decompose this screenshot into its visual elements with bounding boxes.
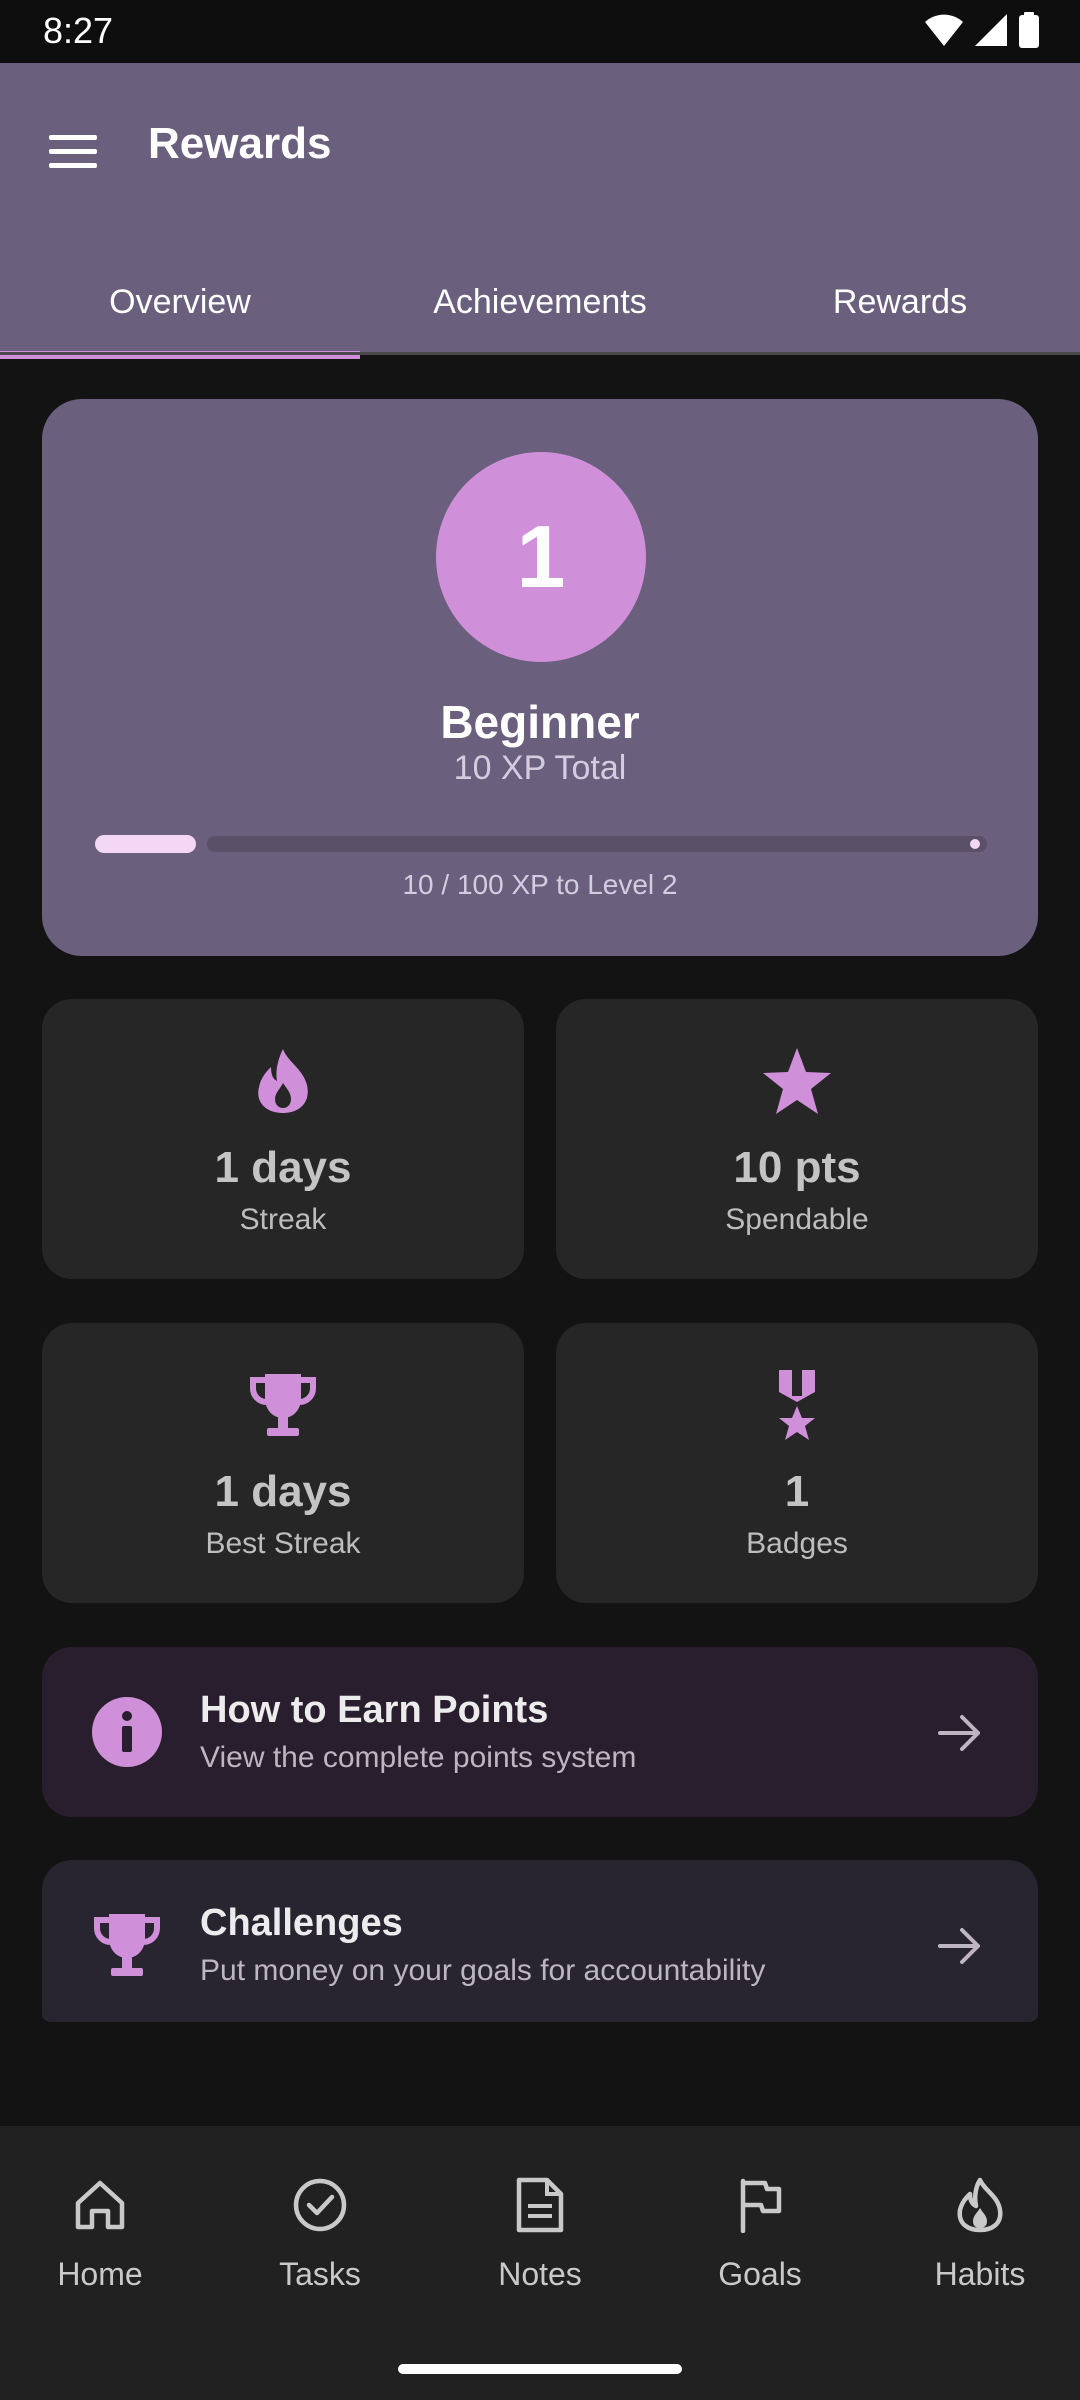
list-subtitle: View the complete points system bbox=[200, 1741, 637, 1774]
list-subtitle: Put money on your goals for accountabili… bbox=[200, 1954, 766, 1987]
tab-overview[interactable]: Overview bbox=[0, 273, 360, 359]
stat-card-best-streak: 1 days Best Streak bbox=[42, 1323, 524, 1603]
flag-icon bbox=[660, 2170, 860, 2240]
nav-label: Habits bbox=[934, 2256, 1026, 2292]
level-name: Beginner bbox=[440, 696, 640, 748]
tab-rewards[interactable]: Rewards bbox=[720, 273, 1080, 355]
xp-progress-track bbox=[207, 836, 987, 852]
nav-notes[interactable]: Notes bbox=[440, 2170, 640, 2320]
nav-label: Tasks bbox=[279, 2256, 361, 2292]
trophy-icon bbox=[86, 1904, 168, 1986]
home-icon bbox=[0, 2170, 200, 2240]
nav-label: Notes bbox=[498, 2256, 582, 2292]
screen: 8:27 Rewards Overview Achievements Rewar… bbox=[0, 0, 1080, 2400]
stat-value: 10 pts bbox=[733, 1143, 861, 1192]
nav-habits[interactable]: Habits bbox=[880, 2170, 1080, 2320]
stat-card-streak: 1 days Streak bbox=[42, 999, 524, 1279]
home-indicator[interactable] bbox=[398, 2364, 682, 2374]
stat-value: 1 bbox=[784, 1467, 810, 1516]
nav-home[interactable]: Home bbox=[0, 2170, 200, 2320]
nav-label: Home bbox=[57, 2256, 143, 2292]
note-icon bbox=[440, 2170, 640, 2240]
menu-button[interactable] bbox=[36, 115, 112, 191]
level-badge: 1 bbox=[436, 452, 646, 662]
stat-value: 1 days bbox=[214, 1467, 352, 1516]
xp-progress-end-dot bbox=[970, 839, 980, 849]
medal-icon bbox=[556, 1367, 1038, 1443]
wifi-icon bbox=[924, 13, 964, 52]
arrow-right-icon bbox=[930, 1916, 990, 1976]
bottom-navigation: Home Tasks Notes Goals Habits bbox=[0, 2126, 1080, 2400]
stat-card-spendable: 10 pts Spendable bbox=[556, 999, 1038, 1279]
battery-icon bbox=[1018, 11, 1040, 53]
flame-icon bbox=[42, 1043, 524, 1119]
stat-label: Best Streak bbox=[205, 1527, 361, 1560]
list-title: How to Earn Points bbox=[200, 1689, 549, 1731]
nav-tasks[interactable]: Tasks bbox=[220, 2170, 420, 2320]
nav-label: Goals bbox=[718, 2256, 802, 2292]
list-title: Challenges bbox=[200, 1902, 403, 1944]
xp-total: 10 XP Total bbox=[453, 749, 627, 787]
tab-achievements[interactable]: Achievements bbox=[360, 273, 720, 355]
status-time: 8:27 bbox=[43, 10, 114, 51]
status-bar: 8:27 bbox=[0, 0, 1080, 63]
info-icon bbox=[86, 1691, 168, 1773]
xp-progress-label: 10 / 100 XP to Level 2 bbox=[402, 869, 678, 900]
nav-goals[interactable]: Goals bbox=[660, 2170, 860, 2320]
challenges-card[interactable]: Challenges Put money on your goals for a… bbox=[42, 1860, 1038, 2022]
xp-progress-fill bbox=[95, 835, 196, 853]
hamburger-menu-icon bbox=[49, 133, 99, 174]
app-bar: Rewards Overview Achievements Rewards bbox=[0, 63, 1080, 359]
stat-label: Streak bbox=[239, 1203, 327, 1236]
tab-divider bbox=[0, 352, 1080, 355]
stat-card-badges: 1 Badges bbox=[556, 1323, 1038, 1603]
how-to-earn-points-card[interactable]: How to Earn Points View the complete poi… bbox=[42, 1647, 1038, 1817]
stat-value: 1 days bbox=[214, 1143, 352, 1192]
tab-bar: Overview Achievements Rewards bbox=[0, 273, 1080, 359]
arrow-right-icon bbox=[930, 1703, 990, 1763]
check-circle-icon bbox=[220, 2170, 420, 2240]
status-icons bbox=[924, 11, 1040, 53]
trophy-icon bbox=[42, 1367, 524, 1443]
star-icon bbox=[556, 1043, 1038, 1119]
level-card: 1 Beginner 10 XP Total 10 / 100 XP to Le… bbox=[42, 399, 1038, 956]
stat-label: Spendable bbox=[725, 1203, 869, 1236]
flame-outline-icon bbox=[880, 2170, 1080, 2240]
signal-icon bbox=[974, 13, 1008, 52]
page-title: Rewards bbox=[148, 119, 332, 168]
stat-label: Badges bbox=[746, 1527, 848, 1560]
